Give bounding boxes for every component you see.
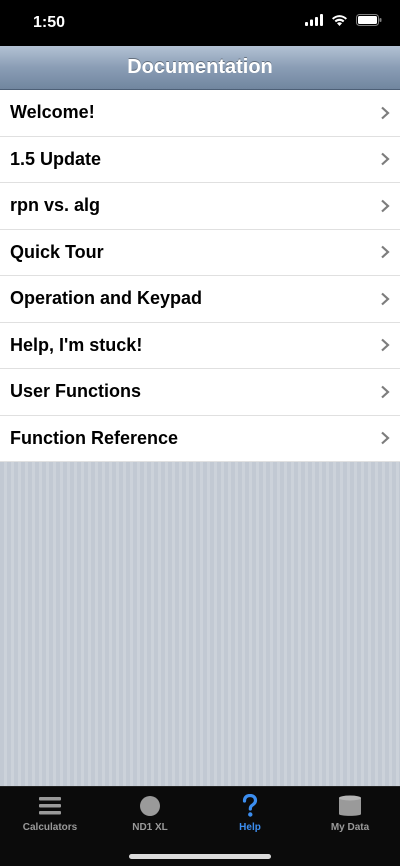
tab-nd1-xl[interactable]: ND1 XL [100, 787, 200, 837]
list-item-label: 1.5 Update [10, 148, 102, 169]
tab-label: Help [239, 822, 261, 833]
status-time: 1:50 [33, 14, 66, 31]
list-item[interactable]: Operation and Keypad [0, 276, 400, 323]
list-item-label: Operation and Keypad [10, 288, 203, 309]
list-item[interactable]: rpn vs. alg [0, 183, 400, 230]
status-icons [305, 14, 382, 26]
circle-icon [140, 796, 160, 816]
list-item-label: User Functions [10, 381, 142, 402]
home-indicator [129, 854, 271, 859]
status-bar: 1:50 [0, 0, 400, 46]
list-item-label: Welcome! [10, 102, 95, 123]
tab-label: ND1 XL [132, 822, 168, 833]
chevron-right-icon [381, 431, 390, 445]
tab-label: Calculators [22, 822, 78, 833]
list-item-label: Help, I'm stuck! [10, 334, 143, 355]
wifi-icon [332, 15, 347, 26]
chevron-right-icon [381, 199, 390, 213]
list-item[interactable]: Welcome! [0, 90, 400, 137]
tab-label: My Data [330, 822, 370, 833]
tab-calculators[interactable]: Calculators [0, 787, 100, 837]
chevron-right-icon [381, 245, 390, 259]
chevron-right-icon [381, 292, 390, 306]
list-item[interactable]: Help, I'm stuck! [0, 323, 400, 369]
page-title: Documentation [127, 56, 273, 78]
database-icon [339, 795, 361, 816]
content-area: Welcome! 1.5 Update rpn vs. alg Quick To… [0, 90, 400, 786]
list-item-label: Function Reference [10, 427, 179, 448]
list-item[interactable]: User Functions [0, 369, 400, 416]
list-item[interactable]: Function Reference [0, 416, 400, 462]
list-item-label: rpn vs. alg [10, 195, 101, 216]
chevron-right-icon [381, 385, 390, 399]
tab-help[interactable]: Help [200, 787, 300, 837]
documentation-list: Welcome! 1.5 Update rpn vs. alg Quick To… [0, 90, 400, 462]
nav-bar: Documentation [0, 46, 400, 90]
signal-icon [305, 14, 323, 26]
tab-my-data[interactable]: My Data [300, 787, 400, 837]
chevron-right-icon [381, 338, 390, 352]
battery-icon [356, 14, 382, 26]
question-mark-icon [242, 794, 258, 817]
list-item[interactable]: 1.5 Update [0, 137, 400, 183]
list-icon [39, 797, 61, 815]
tab-bar: Calculators ND1 XL Help My Data [0, 786, 400, 866]
list-item-label: Quick Tour [10, 241, 104, 262]
list-item[interactable]: Quick Tour [0, 230, 400, 276]
chevron-right-icon [381, 106, 390, 120]
chevron-right-icon [381, 152, 390, 166]
